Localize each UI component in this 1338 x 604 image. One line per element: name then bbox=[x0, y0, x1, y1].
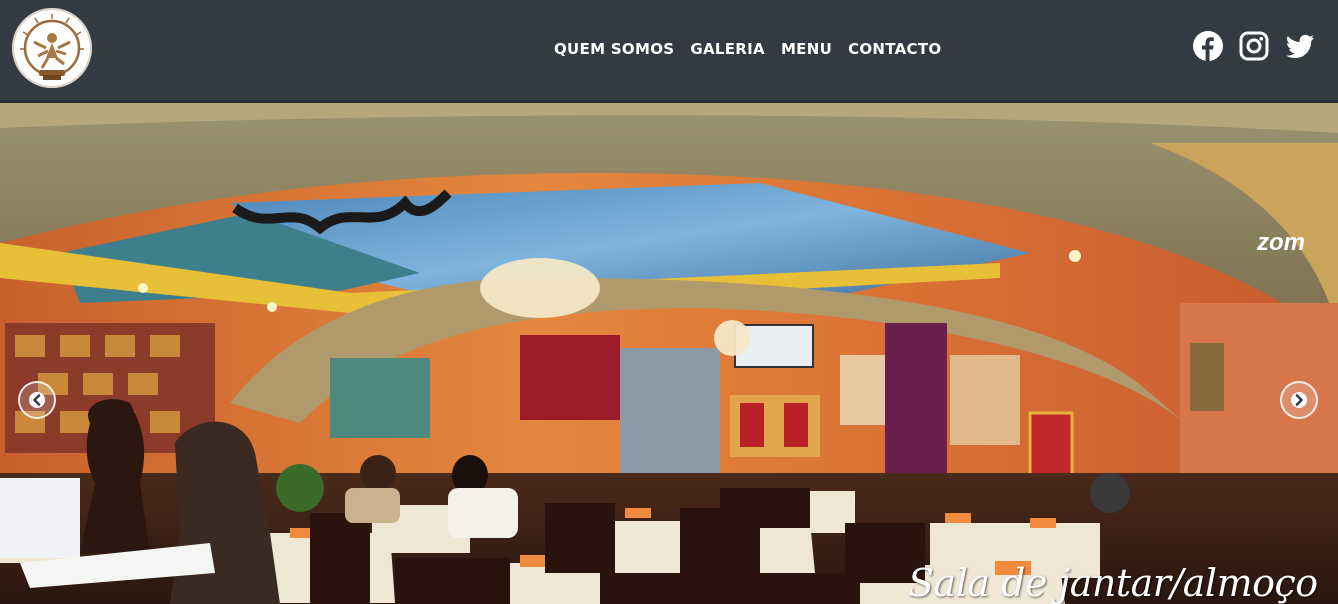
twitter-icon[interactable] bbox=[1284, 30, 1316, 62]
hero-carousel[interactable]: zom Sala de jantar/almoço bbox=[0, 103, 1338, 604]
nav-link-contacto[interactable]: CONTACTO bbox=[848, 40, 941, 58]
dancing-shiva-logo-icon bbox=[20, 14, 84, 80]
carousel-prev-button[interactable] bbox=[18, 381, 56, 419]
nav-link-quem-somos[interactable]: QUEM SOMOS bbox=[554, 40, 674, 58]
chevron-right-icon bbox=[1291, 392, 1307, 408]
nav-link-galeria[interactable]: GALERIA bbox=[690, 40, 765, 58]
main-menu: QUEM SOMOS GALERIA MENU CONTACTO bbox=[554, 38, 941, 60]
facebook-icon[interactable] bbox=[1192, 30, 1224, 62]
social-links bbox=[1192, 30, 1316, 62]
slide-caption: Sala de jantar/almoço bbox=[908, 561, 1318, 604]
chevron-left-icon bbox=[29, 392, 45, 408]
nav-link-menu[interactable]: MENU bbox=[781, 40, 832, 58]
top-navbar: QUEM SOMOS GALERIA MENU CONTACTO bbox=[0, 0, 1338, 103]
instagram-icon[interactable] bbox=[1238, 30, 1270, 62]
photo-watermark: zom bbox=[1257, 229, 1305, 256]
carousel-next-button[interactable] bbox=[1280, 381, 1318, 419]
restaurant-logo[interactable] bbox=[12, 8, 92, 88]
restaurant-dining-room-photo bbox=[0, 103, 1338, 604]
